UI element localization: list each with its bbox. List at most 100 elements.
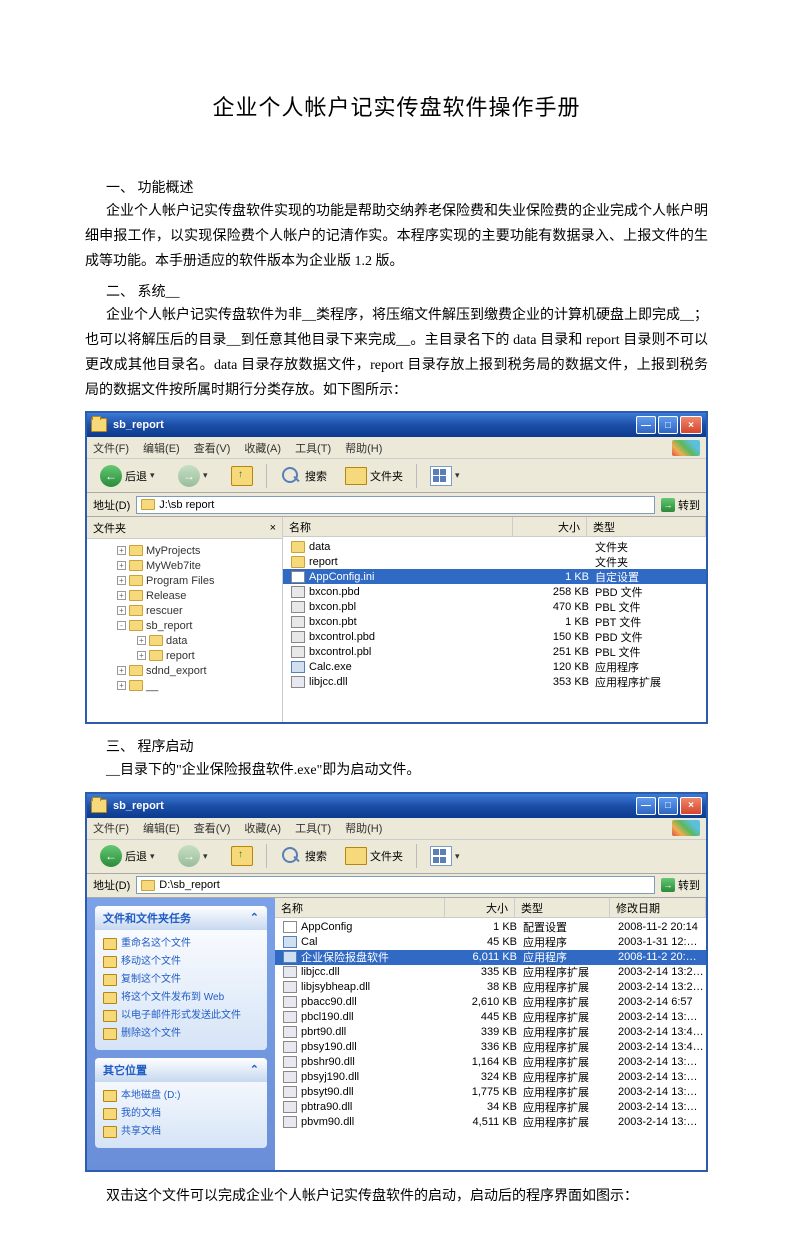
task-link[interactable]: 重命名这个文件 — [103, 936, 259, 952]
list-item[interactable]: Calc.exe120 KB应用程序 — [283, 659, 706, 674]
go-button[interactable]: →转到 — [661, 497, 700, 513]
task-link[interactable]: 将这个文件发布到 Web — [103, 990, 259, 1006]
list-item[interactable]: bxcon.pbd258 KBPBD 文件 — [283, 584, 706, 599]
list-item[interactable]: pbrt90.dll339 KB应用程序扩展2003-2-14 13:4… — [275, 1025, 706, 1040]
task-link[interactable]: 我的文档 — [103, 1106, 259, 1122]
menu-edit[interactable]: 编辑(E) — [143, 820, 180, 836]
minimize-button[interactable]: — — [636, 416, 656, 434]
maximize-button[interactable]: □ — [658, 797, 678, 815]
col-name[interactable]: 名称 — [275, 898, 445, 917]
expand-icon[interactable]: + — [117, 546, 126, 555]
menu-tools[interactable]: 工具(T) — [295, 820, 331, 836]
tree-item[interactable]: +MyProjects — [97, 543, 278, 558]
list-item[interactable]: pbtra90.dll34 KB应用程序扩展2003-2-14 13:… — [275, 1100, 706, 1115]
col-size[interactable]: 大小 — [513, 517, 587, 536]
go-button[interactable]: →转到 — [661, 877, 700, 893]
col-name[interactable]: 名称 — [283, 517, 513, 536]
list-item[interactable]: pbsyj190.dll324 KB应用程序扩展2003-2-14 13:… — [275, 1070, 706, 1085]
menu-view[interactable]: 查看(V) — [194, 820, 231, 836]
list-item[interactable]: bxcon.pbl470 KBPBL 文件 — [283, 599, 706, 614]
expand-icon[interactable]: + — [117, 606, 126, 615]
list-item[interactable]: pbsy190.dll336 KB应用程序扩展2003-2-14 13:4… — [275, 1040, 706, 1055]
list-item[interactable]: pbacc90.dll2,610 KB应用程序扩展2003-2-14 6:57 — [275, 995, 706, 1010]
menu-help[interactable]: 帮助(H) — [345, 440, 382, 456]
address-input[interactable]: D:\sb_report — [136, 876, 655, 894]
close-panel-button[interactable]: × — [270, 522, 276, 534]
close-button[interactable]: × — [680, 416, 702, 434]
expand-icon[interactable]: + — [117, 681, 126, 690]
close-button[interactable]: × — [680, 797, 702, 815]
tree-item[interactable]: +data — [97, 633, 278, 648]
list-item[interactable]: 企业保险报盘软件6,011 KB应用程序2008-11-2 20:… — [275, 950, 706, 965]
expand-icon[interactable]: + — [117, 561, 126, 570]
tree-item[interactable]: +Program Files — [97, 573, 278, 588]
menu-help[interactable]: 帮助(H) — [345, 820, 382, 836]
menu-file[interactable]: 文件(F) — [93, 440, 129, 456]
list-item[interactable]: bxcontrol.pbd150 KBPBD 文件 — [283, 629, 706, 644]
list-item[interactable]: pbshr90.dll1,164 KB应用程序扩展2003-2-14 13:… — [275, 1055, 706, 1070]
col-type[interactable]: 类型 — [587, 517, 706, 536]
task-link[interactable]: 本地磁盘 (D:) — [103, 1088, 259, 1104]
titlebar[interactable]: sb_report — □ × — [87, 413, 706, 437]
folders-button[interactable]: 文件夹 — [338, 464, 410, 488]
file-tasks-header[interactable]: 文件和文件夹任务 — [103, 910, 191, 926]
list-item[interactable]: libjcc.dll353 KB应用程序扩展 — [283, 674, 706, 689]
expand-icon[interactable]: + — [117, 591, 126, 600]
maximize-button[interactable]: □ — [658, 416, 678, 434]
menu-view[interactable]: 查看(V) — [194, 440, 231, 456]
list-item[interactable]: bxcon.pbt1 KBPBT 文件 — [283, 614, 706, 629]
search-button[interactable]: 搜索 — [273, 462, 334, 490]
folders-button[interactable]: 文件夹 — [338, 844, 410, 868]
list-item[interactable]: pbcl190.dll445 KB应用程序扩展2003-2-14 13:… — [275, 1010, 706, 1025]
expand-icon[interactable]: + — [117, 576, 126, 585]
expand-icon[interactable]: + — [117, 666, 126, 675]
tree-item[interactable]: +report — [97, 648, 278, 663]
back-button[interactable]: ←后退▾ — [93, 842, 167, 870]
tree-item[interactable]: +rescuer — [97, 603, 278, 618]
tree-item[interactable]: +sdnd_export — [97, 663, 278, 678]
minimize-button[interactable]: — — [636, 797, 656, 815]
forward-button[interactable]: →▾ — [171, 462, 220, 490]
views-button[interactable]: ▾ — [423, 843, 472, 869]
collapse-icon[interactable]: ⌃ — [250, 1063, 259, 1076]
tree-item[interactable]: +__ — [97, 678, 278, 693]
menu-file[interactable]: 文件(F) — [93, 820, 129, 836]
back-button[interactable]: ←后退▾ — [93, 462, 167, 490]
task-link[interactable]: 复制这个文件 — [103, 972, 259, 988]
views-button[interactable]: ▾ — [423, 463, 472, 489]
task-link[interactable]: 删除这个文件 — [103, 1026, 259, 1042]
menu-fav[interactable]: 收藏(A) — [244, 820, 281, 836]
list-item[interactable]: bxcontrol.pbl251 KBPBL 文件 — [283, 644, 706, 659]
expand-icon[interactable]: - — [117, 621, 126, 630]
expand-icon[interactable]: + — [137, 651, 146, 660]
tree-item[interactable]: +MyWeb7ite — [97, 558, 278, 573]
menu-tools[interactable]: 工具(T) — [295, 440, 331, 456]
menu-edit[interactable]: 编辑(E) — [143, 440, 180, 456]
tree-item[interactable]: -sb_report — [97, 618, 278, 633]
titlebar[interactable]: sb_report — □ × — [87, 794, 706, 818]
list-item[interactable]: pbsyt90.dll1,775 KB应用程序扩展2003-2-14 13:… — [275, 1085, 706, 1100]
task-link[interactable]: 移动这个文件 — [103, 954, 259, 970]
list-item[interactable]: report文件夹 — [283, 554, 706, 569]
col-size[interactable]: 大小 — [445, 898, 515, 917]
other-places-header[interactable]: 其它位置 — [103, 1062, 147, 1078]
search-button[interactable]: 搜索 — [273, 842, 334, 870]
list-item[interactable]: libjcc.dll335 KB应用程序扩展2003-2-14 13:2… — [275, 965, 706, 980]
list-item[interactable]: pbvm90.dll4,511 KB应用程序扩展2003-2-14 13:… — [275, 1115, 706, 1130]
address-input[interactable]: J:\sb report — [136, 496, 655, 514]
task-link[interactable]: 共享文档 — [103, 1124, 259, 1140]
collapse-icon[interactable]: ⌃ — [250, 911, 259, 924]
menu-fav[interactable]: 收藏(A) — [244, 440, 281, 456]
forward-button[interactable]: →▾ — [171, 842, 220, 870]
col-date[interactable]: 修改日期 — [610, 898, 706, 917]
up-button[interactable] — [224, 463, 260, 489]
task-link[interactable]: 以电子邮件形式发送此文件 — [103, 1008, 259, 1024]
list-item[interactable]: libjsybheap.dll38 KB应用程序扩展2003-2-14 13:2… — [275, 980, 706, 995]
list-item[interactable]: AppConfig1 KB配置设置2008-11-2 20:14 — [275, 920, 706, 935]
expand-icon[interactable]: + — [137, 636, 146, 645]
col-type[interactable]: 类型 — [515, 898, 610, 917]
up-button[interactable] — [224, 843, 260, 869]
list-item[interactable]: data文件夹 — [283, 539, 706, 554]
tree-item[interactable]: +Release — [97, 588, 278, 603]
list-item[interactable]: AppConfig.ini1 KB自定设置 — [283, 569, 706, 584]
